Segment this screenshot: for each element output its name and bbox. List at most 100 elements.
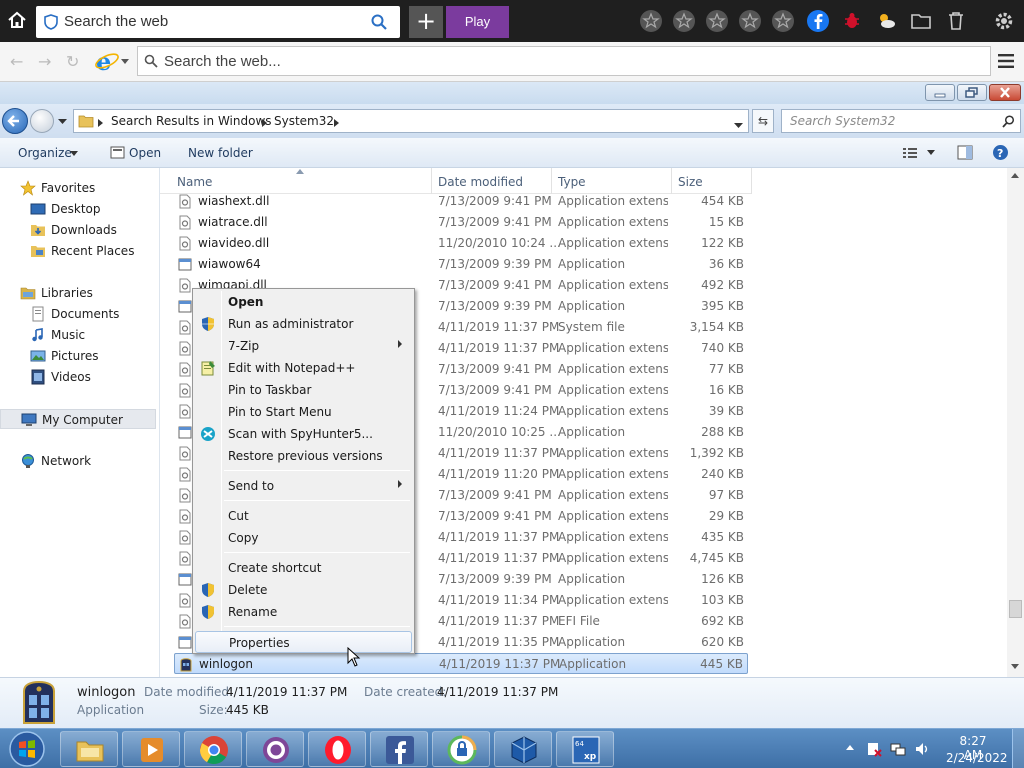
- minimize-button[interactable]: [925, 84, 955, 101]
- star-icon[interactable]: [672, 9, 696, 33]
- star-icon[interactable]: [705, 9, 729, 33]
- taskbar-xp-mode[interactable]: 64 xp: [556, 731, 614, 767]
- nav-desktop[interactable]: Desktop: [0, 199, 150, 219]
- recent-pages-chevron-icon[interactable]: [58, 119, 67, 125]
- gear-icon[interactable]: [992, 9, 1016, 33]
- scroll-up-icon[interactable]: [1011, 173, 1019, 178]
- internet-explorer-icon[interactable]: e: [94, 48, 120, 74]
- scrollbar-thumb[interactable]: [1009, 600, 1022, 618]
- back-button[interactable]: [2, 108, 28, 134]
- address-input[interactable]: Search the web...: [137, 46, 991, 76]
- start-button[interactable]: [4, 730, 50, 768]
- taskbar-vpn[interactable]: [432, 731, 490, 767]
- table-row[interactable]: wiawow64 7/13/2009 9:39 PM Application 36 K…: [174, 254, 748, 275]
- folder-search-input[interactable]: Search System32: [781, 109, 1021, 133]
- column-separator[interactable]: [751, 168, 752, 194]
- column-header-name[interactable]: Name: [177, 175, 212, 189]
- nav-music[interactable]: Music: [0, 325, 150, 345]
- breadcrumb[interactable]: Search Results in Windows System32: [73, 109, 749, 133]
- menu-item-delete[interactable]: Delete: [195, 579, 412, 601]
- network-tray-icon[interactable]: [890, 741, 906, 757]
- maximize-button[interactable]: [957, 84, 987, 101]
- menu-item-copy[interactable]: Copy: [195, 527, 412, 549]
- help-icon[interactable]: ?: [992, 144, 1009, 161]
- taskbar-opera[interactable]: [308, 731, 366, 767]
- weather-icon[interactable]: [874, 9, 898, 33]
- menu-separator: [224, 500, 410, 501]
- volume-icon[interactable]: [914, 741, 930, 757]
- menu-item-restore-previous-versions[interactable]: Restore previous versions: [195, 445, 412, 467]
- menu-item-7zip[interactable]: 7-Zip: [195, 335, 412, 357]
- menu-item-scan-with-spyhunter[interactable]: Scan with SpyHunter5...: [195, 423, 412, 445]
- file-date-modified: 7/13/2009 9:39 PM: [438, 299, 552, 313]
- organize-button[interactable]: Organize: [18, 146, 72, 160]
- table-row[interactable]: wiashext.dll 7/13/2009 9:41 PM Application…: [174, 191, 748, 212]
- nav-downloads[interactable]: Downloads: [0, 220, 150, 240]
- column-header-date-modified[interactable]: Date modified: [438, 175, 523, 189]
- taskbar-explorer[interactable]: [60, 731, 118, 767]
- column-header-type[interactable]: Type: [558, 175, 586, 189]
- taskbar-media-player[interactable]: [122, 731, 180, 767]
- vertical-scrollbar[interactable]: [1007, 168, 1024, 677]
- show-hidden-icons-icon[interactable]: [846, 745, 854, 750]
- menu-item-properties[interactable]: Properties: [195, 631, 412, 653]
- search-icon[interactable]: [370, 13, 388, 31]
- facebook-icon[interactable]: [806, 9, 830, 33]
- nav-favorites[interactable]: Favorites: [0, 178, 150, 198]
- play-button[interactable]: Play: [446, 6, 509, 38]
- table-row[interactable]: wiavideo.dll 11/20/2010 10:24 ... Applicat…: [174, 233, 748, 254]
- chevron-down-icon[interactable]: [927, 150, 935, 155]
- menu-item-open[interactable]: Open: [195, 291, 412, 313]
- star-icon[interactable]: [738, 9, 762, 33]
- nav-recent-places[interactable]: Recent Places: [0, 241, 150, 261]
- nav-videos[interactable]: Videos: [0, 367, 150, 387]
- breadcrumb-item-system32[interactable]: System32: [274, 114, 334, 128]
- nav-network[interactable]: Network: [0, 451, 150, 471]
- menu-item-run-as-administrator[interactable]: Run as administrator: [195, 313, 412, 335]
- menu-item-create-shortcut[interactable]: Create shortcut: [195, 557, 412, 579]
- refresh-button[interactable]: ⇆: [752, 109, 774, 133]
- nav-my-computer[interactable]: My Computer: [0, 409, 156, 429]
- clock-date[interactable]: 2/24/2022: [946, 751, 1008, 765]
- nav-pictures[interactable]: Pictures: [0, 346, 150, 366]
- menu-item-pin-to-taskbar[interactable]: Pin to Taskbar: [195, 379, 412, 401]
- nav-documents[interactable]: Documents: [0, 304, 150, 324]
- breadcrumb-item-search-results[interactable]: Search Results in Windows: [111, 114, 272, 128]
- star-icon[interactable]: [639, 9, 663, 33]
- preview-pane-icon[interactable]: [957, 145, 973, 160]
- table-row[interactable]: wiatrace.dll 7/13/2009 9:41 PM Application…: [174, 212, 748, 233]
- home-button[interactable]: [6, 10, 28, 32]
- taskbar-chrome[interactable]: [184, 731, 242, 767]
- bug-icon[interactable]: [840, 9, 864, 33]
- menu-item-rename[interactable]: Rename: [195, 601, 412, 623]
- menu-item-pin-to-start-menu[interactable]: Pin to Start Menu: [195, 401, 412, 423]
- taskbar-facebook[interactable]: [370, 731, 428, 767]
- show-desktop-button[interactable]: [1012, 729, 1024, 768]
- new-folder-button[interactable]: New folder: [188, 146, 253, 160]
- folder-icon[interactable]: [909, 9, 933, 33]
- menu-item-send-to[interactable]: Send to: [195, 475, 412, 497]
- menu-item-edit-with-notepad[interactable]: Edit with Notepad++: [195, 357, 412, 379]
- taskbar-tor-browser[interactable]: [246, 731, 304, 767]
- add-button[interactable]: +: [409, 6, 443, 38]
- forward-arrow-icon[interactable]: →: [38, 54, 51, 70]
- view-options-icon[interactable]: [902, 146, 918, 160]
- hamburger-menu-icon[interactable]: [998, 54, 1014, 68]
- chevron-down-icon[interactable]: [121, 59, 129, 65]
- trash-icon[interactable]: [944, 9, 968, 33]
- top-search-input[interactable]: Search the web: [36, 6, 400, 38]
- open-button[interactable]: Open: [129, 146, 161, 160]
- forward-button[interactable]: [30, 109, 54, 133]
- scroll-down-icon[interactable]: [1011, 664, 1019, 669]
- nav-libraries[interactable]: Libraries: [0, 283, 150, 303]
- column-header-size[interactable]: Size: [678, 175, 703, 189]
- address-dropdown-chevron-icon[interactable]: [734, 118, 743, 132]
- action-center-icon[interactable]: [866, 741, 882, 757]
- table-row[interactable]: winlogon 4/11/2019 11:37 PM Application 445…: [174, 653, 748, 674]
- back-arrow-icon[interactable]: ←: [10, 54, 23, 70]
- star-icon[interactable]: [771, 9, 795, 33]
- menu-item-cut[interactable]: Cut: [195, 505, 412, 527]
- taskbar-virtualbox[interactable]: [494, 731, 552, 767]
- close-button[interactable]: [989, 84, 1021, 101]
- reload-icon[interactable]: ↻: [66, 54, 79, 70]
